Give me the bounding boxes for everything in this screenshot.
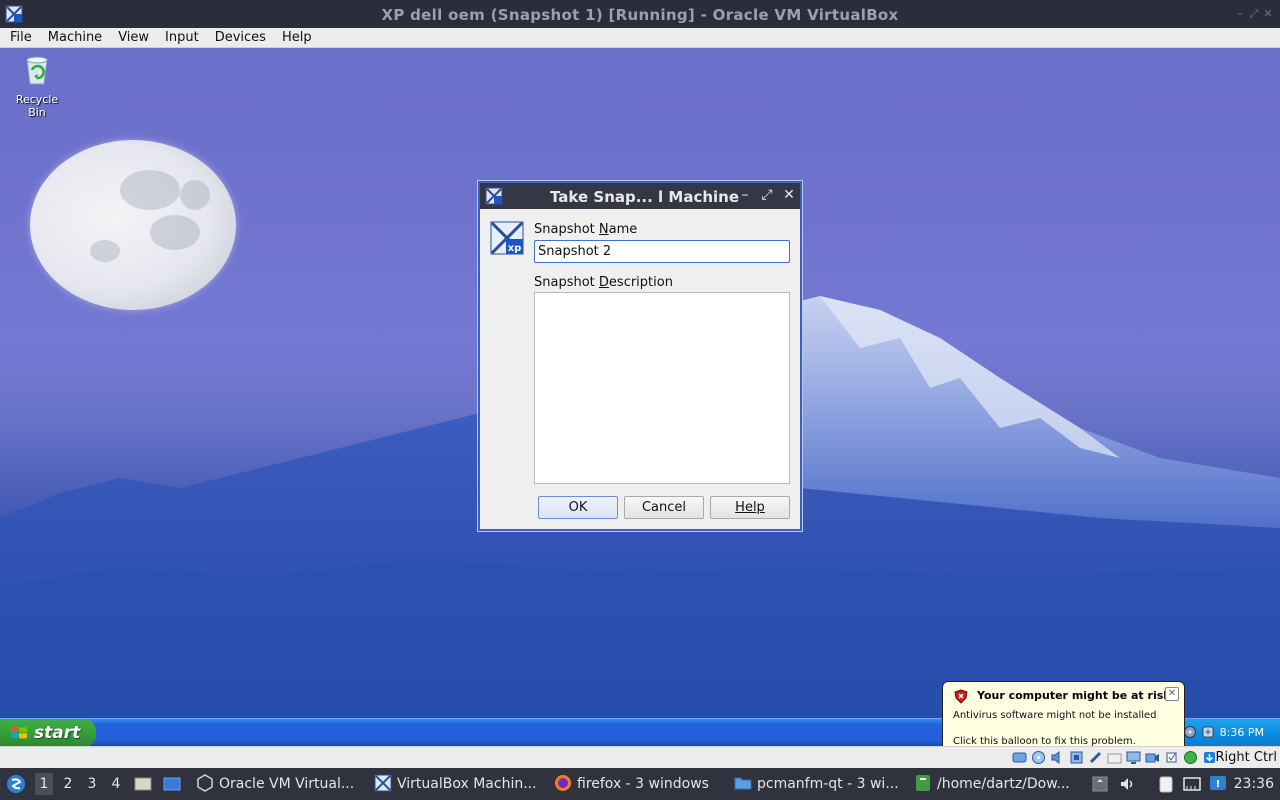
menu-machine[interactable]: Machine (40, 28, 110, 47)
audio-icon[interactable] (1050, 750, 1065, 765)
balloon-title: Your computer might be at risk (977, 689, 1171, 702)
xp-clock[interactable]: 8:36 PM (1220, 726, 1264, 739)
host-titlebar: XP dell oem (Snapshot 1) [Running] - Ora… (0, 0, 1280, 28)
close-icon[interactable]: ✕ (1165, 687, 1179, 701)
security-balloon[interactable]: Your computer might be at risk ✕ Antivir… (942, 681, 1185, 746)
close-icon[interactable]: ✕ (782, 187, 796, 203)
virtualbox-xp-icon (374, 774, 392, 792)
task-terminal[interactable]: /home/dartz/Dow... (914, 768, 1084, 800)
ok-button[interactable]: OK (538, 496, 618, 519)
snapshot-description-label: Snapshot Description (534, 275, 673, 290)
cpu-icon[interactable] (1164, 750, 1179, 765)
optical-drive-icon[interactable] (1031, 750, 1046, 765)
dialog-title: Take Snap... l Machine (550, 188, 740, 206)
notification-icon[interactable]: ! (1209, 775, 1227, 793)
menu-help[interactable]: Help (274, 28, 320, 47)
desktop-icon[interactable] (163, 775, 181, 793)
folder-icon (734, 777, 752, 790)
close-icon[interactable]: ✕ (1262, 8, 1274, 20)
desktop-icon-recycle-bin[interactable]: Recycle Bin (6, 50, 68, 119)
menu-view[interactable]: View (110, 28, 157, 47)
menu-file[interactable]: File (0, 28, 40, 47)
cancel-button[interactable]: Cancel (624, 496, 704, 519)
balloon-message: Antivirus software might not be installe… (953, 710, 1157, 721)
workspace-3[interactable]: 3 (83, 776, 101, 792)
task-firefox[interactable]: firefox - 3 windows (554, 768, 724, 800)
minimize-icon[interactable]: – (738, 187, 752, 203)
usb-icon[interactable] (1201, 725, 1215, 739)
volume-icon[interactable] (1119, 775, 1137, 793)
maximize-icon[interactable]: ⤢ (760, 187, 774, 203)
svg-text:!: ! (1216, 779, 1221, 790)
recycle-bin-icon (26, 56, 48, 85)
workspace-2[interactable]: 2 (59, 776, 77, 792)
task-virtualbox-machine[interactable]: VirtualBox Machin... (374, 768, 544, 800)
hard-disk-icon[interactable] (1012, 750, 1027, 765)
host-menubar: File Machine View Input Devices Help (0, 28, 1280, 48)
dialog-titlebar[interactable]: Take Snap... l Machine – ⤢ ✕ (480, 183, 800, 209)
maximize-icon[interactable]: ⤢ (1248, 8, 1260, 20)
network-status-icon[interactable] (1183, 775, 1201, 793)
start-button[interactable]: start (0, 719, 96, 746)
snapshot-name-input[interactable] (534, 240, 790, 263)
menu-input[interactable]: Input (157, 28, 207, 47)
task-oracle-vm[interactable]: Oracle VM Virtual... (196, 768, 361, 800)
svg-text:xp: xp (508, 243, 522, 254)
network-adapter-icon[interactable] (1069, 750, 1084, 765)
menu-devices[interactable]: Devices (207, 28, 274, 47)
start-label: start (34, 723, 81, 743)
shared-folders-icon[interactable] (1107, 750, 1122, 765)
workspace-1[interactable]: 1 (35, 773, 53, 795)
firefox-icon (555, 775, 571, 791)
host-key-indicator[interactable]: Right Ctrl (1216, 750, 1278, 765)
wallpaper-moon (30, 140, 236, 310)
host-panel: 1 2 3 4 Oracle VM Virtual... VirtualBox … (0, 768, 1280, 800)
virtualbox-icon (197, 774, 213, 792)
help-button[interactable]: Help (710, 496, 790, 519)
trash-icon[interactable] (1091, 775, 1109, 793)
vm-os-xp-icon: xp (490, 221, 524, 255)
terminal-icon (916, 775, 930, 791)
desktop-icon-label: Recycle Bin (15, 93, 59, 119)
snapshot-name-label: Snapshot Name (534, 222, 638, 237)
host-clock[interactable]: 23:36 (1234, 776, 1274, 792)
minimize-icon[interactable]: – (1234, 8, 1246, 20)
host-window-title: XP dell oem (Snapshot 1) [Running] - Ora… (381, 6, 899, 24)
clipboard-icon[interactable] (1157, 775, 1175, 793)
virtualbox-status-bar: Right Ctrl (0, 746, 1280, 768)
workspace-4[interactable]: 4 (107, 776, 125, 792)
virtualization-icon[interactable] (1183, 750, 1198, 765)
app-menu-icon[interactable] (6, 774, 26, 794)
virtualbox-xp-icon (485, 187, 503, 205)
security-shield-icon (954, 689, 968, 704)
display-icon[interactable] (1126, 750, 1141, 765)
windows-flag-icon (11, 726, 27, 739)
video-capture-icon[interactable] (1145, 750, 1160, 765)
take-snapshot-dialog: Take Snap... l Machine – ⤢ ✕ xp Snapshot… (478, 181, 802, 531)
snapshot-description-input[interactable] (534, 292, 790, 484)
disk-icon[interactable] (1183, 725, 1197, 739)
usb-icon[interactable] (1088, 750, 1103, 765)
file-manager-icon[interactable] (134, 775, 152, 793)
task-pcmanfm[interactable]: pcmanfm-qt - 3 wi... (734, 768, 904, 800)
balloon-hint: Click this balloon to fix this problem. (953, 736, 1136, 746)
